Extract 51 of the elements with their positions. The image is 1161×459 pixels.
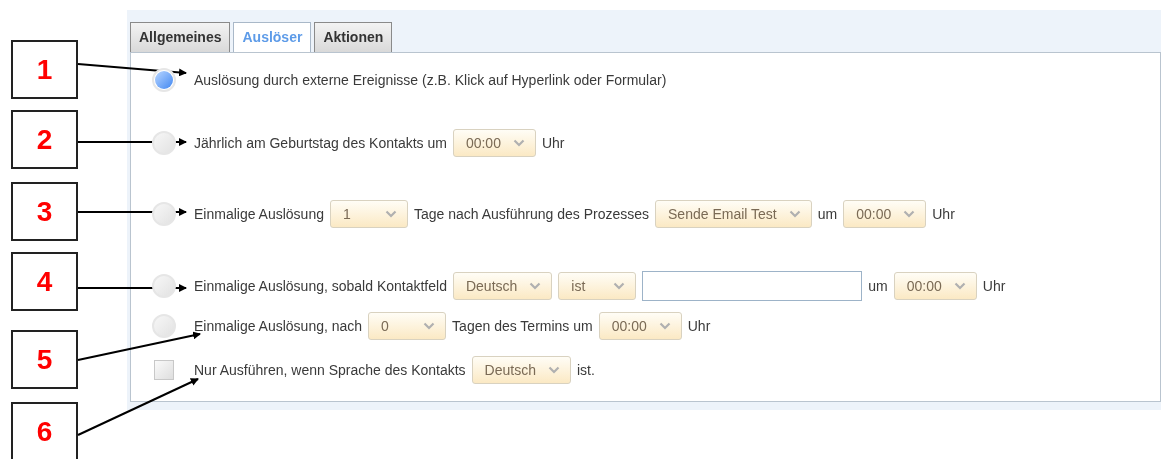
option-label: Uhr — [932, 204, 955, 224]
callout-number: 3 — [11, 182, 78, 241]
callout-number: 5 — [11, 330, 78, 389]
dropdown[interactable]: 00:00 — [843, 200, 927, 228]
callout-number: 2 — [11, 110, 78, 169]
chevron-icon — [547, 366, 560, 374]
option-label: Tage nach Ausführung des Prozesses — [414, 204, 650, 224]
option-label: Einmalige Auslösung — [194, 204, 324, 224]
dropdown[interactable]: Deutsch — [471, 356, 571, 384]
callout-number: 6 — [11, 402, 78, 459]
option-label: Einmalige Auslösung, nach — [194, 316, 363, 336]
chevron-icon — [903, 210, 916, 218]
callout-number: 4 — [11, 252, 78, 311]
option-label: um — [868, 276, 888, 296]
option-label: um — [817, 204, 838, 224]
chevron-icon — [512, 139, 525, 147]
text-field[interactable] — [642, 271, 863, 301]
option-label: Nur Ausführen, wenn Sprache des Kontakts — [194, 360, 466, 380]
tab[interactable]: Auslöser — [233, 22, 312, 52]
option-label: Auslösung durch externe Ereignisse (z.B. Klick auf Hyperlink oder Formular) — [194, 70, 667, 90]
radio-button[interactable] — [152, 314, 176, 338]
callout-number: 1 — [11, 40, 78, 99]
radio-button[interactable] — [152, 202, 176, 226]
option-label: Tagen des Termins um — [452, 316, 593, 336]
dropdown[interactable]: Deutsch — [452, 272, 553, 300]
radio-button[interactable] — [152, 68, 176, 92]
radio-button[interactable] — [152, 131, 176, 155]
option-label: Uhr — [982, 276, 1006, 296]
dropdown[interactable]: 0 — [368, 312, 447, 340]
option-label: ist. — [576, 360, 595, 380]
option-label: Einmalige Auslösung, sobald Kontaktfeld — [194, 276, 447, 296]
chevron-icon — [529, 282, 542, 290]
dropdown[interactable]: 00:00 — [598, 312, 682, 340]
option-label: Jährlich am Geburtstag des Kontakts um — [194, 133, 447, 153]
tab[interactable]: Allgemeines — [130, 22, 231, 52]
option-label: Uhr — [687, 316, 711, 336]
radio-button[interactable] — [152, 274, 176, 298]
chevron-icon — [953, 282, 966, 290]
dropdown[interactable]: Sende Email Test — [655, 200, 812, 228]
dropdown[interactable]: 1 — [330, 200, 408, 228]
dropdown[interactable]: ist — [558, 272, 637, 300]
tab[interactable]: Aktionen — [314, 22, 393, 52]
option-label: Uhr — [541, 133, 565, 153]
chevron-icon — [613, 282, 626, 290]
dropdown[interactable]: 00:00 — [452, 129, 536, 157]
chevron-icon — [658, 322, 671, 330]
chevron-icon — [423, 322, 436, 330]
chevron-icon — [385, 210, 397, 218]
checkbox[interactable] — [154, 360, 174, 380]
dropdown[interactable]: 00:00 — [893, 272, 977, 300]
chevron-icon — [788, 210, 801, 218]
